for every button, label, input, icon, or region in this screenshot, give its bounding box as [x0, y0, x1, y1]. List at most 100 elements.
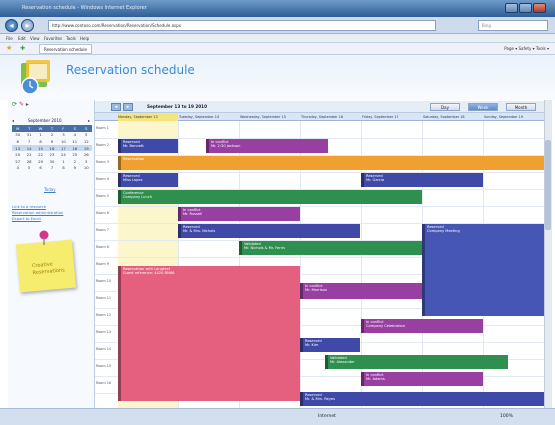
- calendar-day[interactable]: 5: [23, 165, 34, 172]
- calendar-day[interactable]: 25: [69, 151, 80, 158]
- next-week-button[interactable]: ▸: [123, 103, 133, 111]
- calendar-day[interactable]: 12: [81, 138, 92, 145]
- calendar-day[interactable]: 23: [46, 151, 57, 158]
- calendar-day[interactable]: 1: [58, 158, 69, 165]
- zoom-level[interactable]: 100%: [500, 414, 513, 419]
- reservation-event[interactable]: In conflict Mr. Adams: [361, 372, 483, 386]
- calendar-day[interactable]: 1: [35, 132, 46, 139]
- minimize-button[interactable]: [505, 3, 518, 13]
- browser-tab[interactable]: Reservation schedule: [39, 44, 92, 54]
- calendar-day[interactable]: 8: [58, 165, 69, 172]
- calendar-day[interactable]: 6: [35, 165, 46, 172]
- day-header-wednesday[interactable]: Wednesday, September 15: [240, 113, 300, 121]
- reservation-event[interactable]: Validated Mr. Nichols & Mr. Ferris: [239, 241, 422, 255]
- reservation-event[interactable]: Reserved Mr. Bennett: [118, 139, 178, 153]
- close-button[interactable]: [533, 3, 546, 13]
- day-header-thursday[interactable]: Thursday, September 16: [301, 113, 361, 121]
- calendar-day[interactable]: 8: [35, 138, 46, 145]
- calendar-day[interactable]: 20: [12, 151, 23, 158]
- maximize-button[interactable]: [519, 3, 532, 13]
- calendar-day[interactable]: 30: [46, 158, 57, 165]
- calendar-day[interactable]: 11: [69, 138, 80, 145]
- favorites-star-icon[interactable]: ★: [6, 44, 12, 52]
- forward-icon[interactable]: ▸: [21, 19, 34, 32]
- status-bar: Internet 100%: [0, 408, 555, 425]
- calendar-day[interactable]: 4: [12, 165, 23, 172]
- reservation-event[interactable]: Reserved Mr. & Mrs. Reyes: [300, 392, 544, 406]
- reservation-event[interactable]: Reservation with Longtext Guest referenc…: [118, 266, 300, 401]
- reservation-event[interactable]: Reservation: [118, 156, 544, 170]
- calendar-day[interactable]: 9: [46, 138, 57, 145]
- refresh-icon[interactable]: ⟳: [12, 101, 17, 108]
- add-favorite-icon[interactable]: ✚: [20, 45, 25, 52]
- menu-view[interactable]: View: [30, 36, 40, 41]
- calendar-day[interactable]: 4: [69, 132, 80, 139]
- reservation-event[interactable]: In conflict Mr. 2:30 Jackson: [206, 139, 328, 153]
- search-input[interactable]: Bing: [478, 20, 548, 31]
- day-header-tuesday[interactable]: Tuesday, September 14: [179, 113, 239, 121]
- calendar-day[interactable]: 14: [23, 144, 35, 152]
- reservation-event[interactable]: In conflict Mr. Morrison: [300, 283, 422, 299]
- week-view-button[interactable]: Week: [468, 103, 498, 111]
- url-field[interactable]: http://www.contoso.com/Reservation/Reser…: [48, 20, 436, 31]
- reservation-event[interactable]: Validated Mr. Alexander: [325, 355, 508, 369]
- calendar-day[interactable]: 13: [12, 144, 24, 152]
- day-header-sunday[interactable]: Sunday, September 19: [484, 113, 544, 121]
- reservation-event[interactable]: Reserved Miss Lopez: [118, 173, 178, 187]
- next-month-button[interactable]: ▸: [88, 118, 90, 123]
- calendar-day[interactable]: 2: [46, 132, 57, 139]
- export-link[interactable]: Export to Excel: [12, 216, 41, 221]
- day-header-friday[interactable]: Friday, September 17: [362, 113, 422, 121]
- reservation-event[interactable]: In conflict Company Celebration: [361, 319, 483, 333]
- reservation-event[interactable]: Reserved Mr. Kim: [300, 338, 360, 352]
- calendar-day[interactable]: 10: [81, 165, 92, 172]
- reservation-event[interactable]: Reserved Mr. & Mrs. Nichols: [178, 224, 360, 238]
- menu-favorites[interactable]: Favorites: [44, 36, 62, 41]
- calendar-day[interactable]: 3: [81, 158, 92, 165]
- print-icon[interactable]: ✎: [19, 101, 24, 108]
- calendar-day[interactable]: 3: [58, 132, 69, 139]
- menu-tools[interactable]: Tools: [66, 36, 76, 41]
- calendar-day[interactable]: 9: [69, 165, 80, 172]
- prev-month-button[interactable]: ◂: [12, 118, 14, 123]
- calendar-day[interactable]: 6: [12, 138, 23, 145]
- month-view-button[interactable]: Month: [506, 103, 536, 111]
- back-icon[interactable]: ◂: [5, 19, 18, 32]
- scrollbar-thumb[interactable]: [545, 140, 551, 230]
- menu-help[interactable]: Help: [80, 36, 89, 41]
- day-view-button[interactable]: Day: [430, 103, 460, 111]
- calendar-day[interactable]: 7: [23, 138, 34, 145]
- calendar-day[interactable]: 10: [58, 138, 69, 145]
- calendar-day[interactable]: 19: [80, 144, 92, 152]
- reservation-event[interactable]: In conflict Mr. Russell: [178, 207, 300, 221]
- calendar-day[interactable]: 31: [23, 132, 34, 139]
- calendar-day[interactable]: 30: [12, 132, 23, 139]
- calendar-day[interactable]: 15: [34, 144, 47, 152]
- reservation-event[interactable]: Reserved Mr. Garcia: [361, 173, 483, 187]
- command-bar[interactable]: Page ▾ Safety ▾ Tools ▾: [504, 46, 549, 51]
- calendar-day[interactable]: 2: [69, 158, 80, 165]
- reservation-event[interactable]: Conference Company Lunch: [118, 190, 422, 204]
- calendar-day[interactable]: 5: [81, 132, 92, 139]
- calendar-day[interactable]: 29: [35, 158, 46, 165]
- menu-edit[interactable]: Edit: [18, 36, 26, 41]
- calendar-day[interactable]: 17: [57, 144, 70, 152]
- calendar-day[interactable]: 27: [12, 158, 23, 165]
- calendar-day[interactable]: 24: [58, 151, 69, 158]
- calendar-day[interactable]: 16: [46, 144, 58, 152]
- day-header-monday[interactable]: Monday, September 13: [118, 113, 178, 121]
- calendar-day[interactable]: 21: [23, 151, 34, 158]
- administration-link[interactable]: Reservation administration: [12, 210, 63, 215]
- menu-file[interactable]: File: [6, 36, 13, 41]
- reservation-event[interactable]: Reserved Company Meeting: [422, 224, 544, 316]
- calendar-day[interactable]: 28: [23, 158, 34, 165]
- export-icon[interactable]: ▸: [26, 101, 29, 108]
- calendar-day[interactable]: 22: [35, 151, 46, 158]
- resource-link[interactable]: Link to a resource: [12, 204, 46, 209]
- day-header-saturday[interactable]: Saturday, September 18: [423, 113, 483, 121]
- calendar-day[interactable]: 26: [81, 151, 92, 158]
- today-link[interactable]: Today: [44, 187, 56, 192]
- previous-week-button[interactable]: ◂: [111, 103, 121, 111]
- calendar-day[interactable]: 18: [69, 144, 81, 152]
- calendar-day[interactable]: 7: [46, 165, 57, 172]
